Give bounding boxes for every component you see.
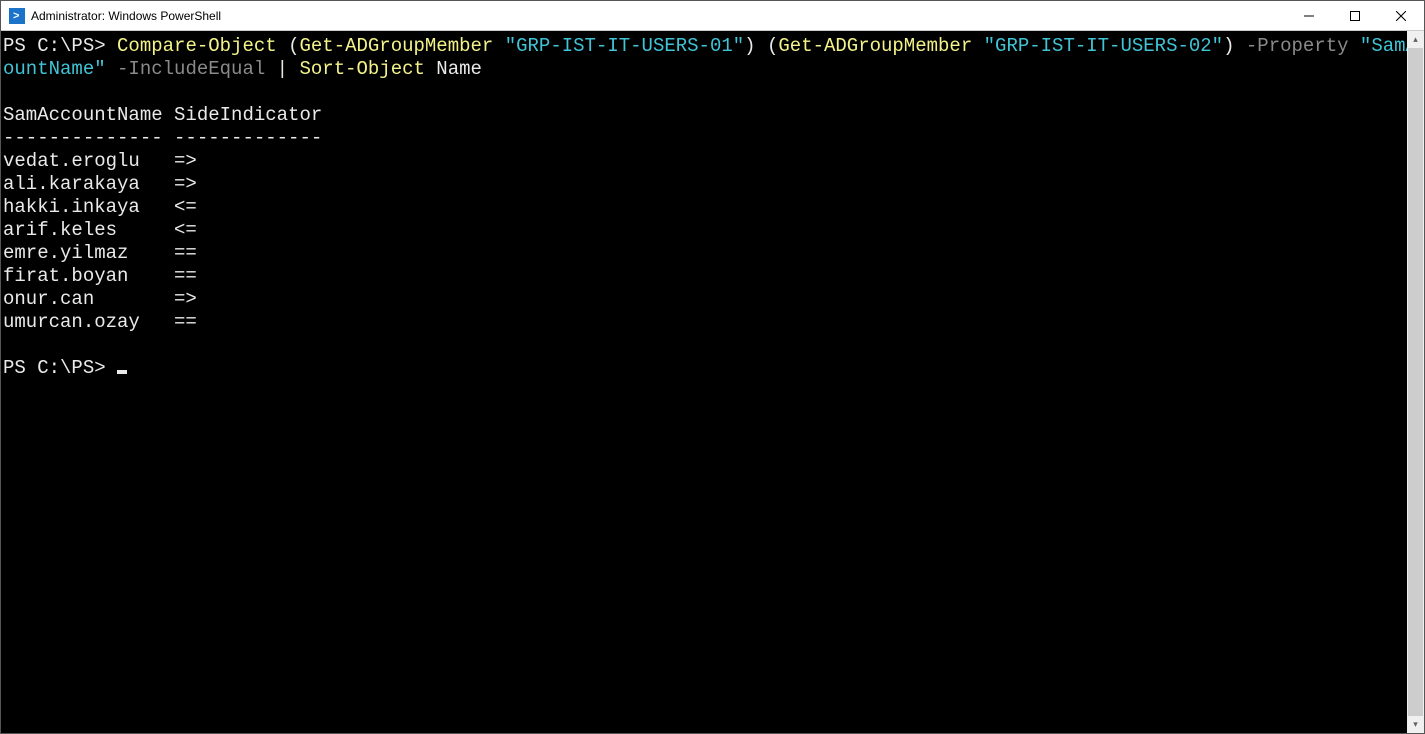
- string-arg: ountName": [3, 58, 106, 80]
- titlebar: Administrator: Windows PowerShell: [1, 1, 1424, 31]
- cmdlet: Compare-Object: [117, 35, 277, 57]
- prompt: PS C:\PS>: [3, 357, 106, 379]
- string-arg: "GRP-IST-IT-USERS-02": [972, 35, 1223, 57]
- table-rows: vedat.eroglu => ali.karakaya => hakki.in…: [3, 150, 197, 333]
- parameter: -Property: [1246, 35, 1349, 57]
- table-divider: -------------- -------------: [3, 127, 322, 149]
- scroll-up-button[interactable]: ▴: [1407, 31, 1424, 48]
- cmdlet: Sort-Object: [299, 58, 424, 80]
- parameter: -IncludeEqual: [106, 58, 266, 80]
- string-arg: "GRP-IST-IT-USERS-01": [493, 35, 744, 57]
- scrollbar[interactable]: ▴ ▾: [1407, 31, 1424, 733]
- close-button[interactable]: [1378, 1, 1424, 31]
- scroll-thumb[interactable]: [1408, 48, 1423, 716]
- terminal-output[interactable]: PS C:\PS> Compare-Object (Get-ADGroupMem…: [1, 31, 1424, 733]
- powershell-icon: [9, 8, 25, 24]
- table-header: SamAccountName SideIndicator: [3, 104, 322, 126]
- prompt: PS C:\PS>: [3, 35, 106, 57]
- scroll-track[interactable]: [1407, 48, 1424, 716]
- maximize-button[interactable]: [1332, 1, 1378, 31]
- window-title: Administrator: Windows PowerShell: [31, 9, 221, 23]
- cmdlet: Get-ADGroupMember: [778, 35, 972, 57]
- cmdlet: Get-ADGroupMember: [299, 35, 493, 57]
- minimize-button[interactable]: [1286, 1, 1332, 31]
- cursor: [117, 370, 127, 374]
- scroll-down-button[interactable]: ▾: [1407, 716, 1424, 733]
